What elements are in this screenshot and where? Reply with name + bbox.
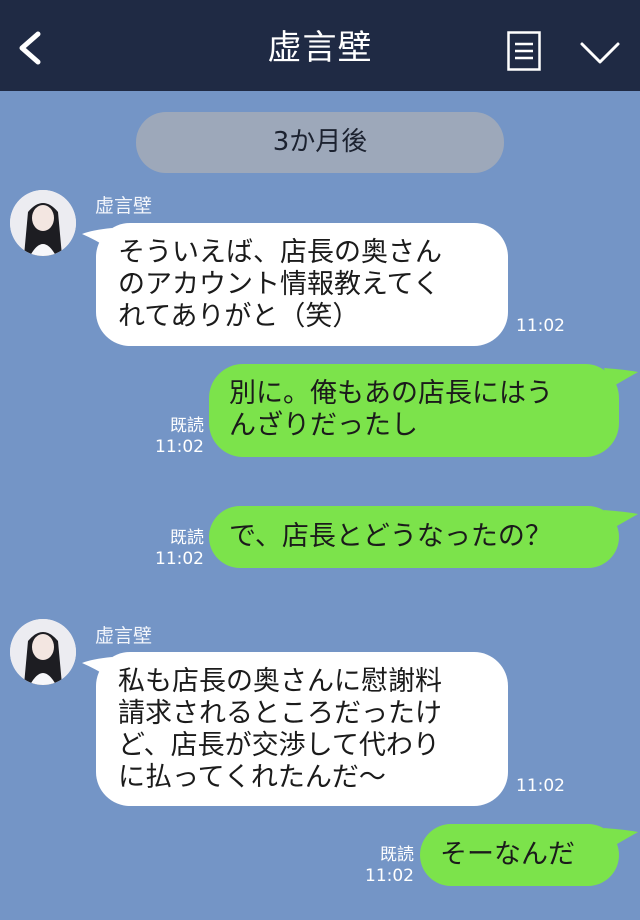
message-line: そーなんだ xyxy=(440,839,575,870)
message-line: 私も店長の奥さんに慰謝料 xyxy=(118,666,442,697)
message-time: 11:02 xyxy=(516,776,565,796)
avatar[interactable] xyxy=(10,619,76,685)
message-line: で、店長とどうなったの？ xyxy=(229,521,552,552)
read-receipt: 既読 11:02 xyxy=(360,845,414,887)
message-time: 11:02 xyxy=(516,316,565,336)
read-label: 既読 xyxy=(380,845,414,865)
message-bubble-outgoing[interactable]: で、店長とどうなったの？ xyxy=(209,506,619,568)
message-line: ど、店長が交渉して代わり xyxy=(118,730,440,761)
avatar-image xyxy=(10,619,76,685)
message-line: のアカウント情報教えてく xyxy=(118,269,440,300)
chevron-down-icon[interactable] xyxy=(578,38,622,68)
message-line: に払ってくれたんだ〜 xyxy=(118,762,386,793)
avatar-image xyxy=(10,190,76,256)
read-receipt: 既読 11:02 xyxy=(150,528,204,570)
sender-name: 虚言壁 xyxy=(95,195,153,217)
message-time: 11:02 xyxy=(155,549,204,569)
message-bubble-incoming[interactable]: 私も店長の奥さんに慰謝料 請求されるところだったけ ど、店長が交渉して代わり に… xyxy=(96,652,508,806)
bubble-tail xyxy=(604,368,638,388)
message-time: 11:02 xyxy=(365,866,414,886)
sender-name: 虚言壁 xyxy=(95,625,153,647)
message-line: れてありがと（笑） xyxy=(118,301,360,332)
read-receipt: 既読 11:02 xyxy=(150,416,204,458)
chat-header: 虚言壁 xyxy=(0,0,640,91)
read-label: 既読 xyxy=(170,528,204,548)
message-bubble-incoming[interactable]: そういえば、店長の奥さん のアカウント情報教えてく れてありがと（笑） xyxy=(96,223,508,346)
message-line: 請求されるところだったけ xyxy=(118,698,442,729)
message-bubble-outgoing[interactable]: そーなんだ xyxy=(420,824,619,886)
message-line: んざりだったし xyxy=(229,410,418,441)
menu-list-icon[interactable] xyxy=(507,31,541,71)
read-label: 既読 xyxy=(170,416,204,436)
message-line: 別に。俺もあの店長にはう xyxy=(229,378,553,409)
message-line: そういえば、店長の奥さん xyxy=(118,237,442,268)
chat-title: 虚言壁 xyxy=(267,28,373,68)
message-time: 11:02 xyxy=(155,437,204,457)
message-bubble-outgoing[interactable]: 別に。俺もあの店長にはう んざりだったし xyxy=(209,364,619,457)
bubble-tail xyxy=(604,828,638,848)
date-separator: 3か月後 xyxy=(136,112,504,173)
avatar[interactable] xyxy=(10,190,76,256)
bubble-tail xyxy=(604,510,638,530)
